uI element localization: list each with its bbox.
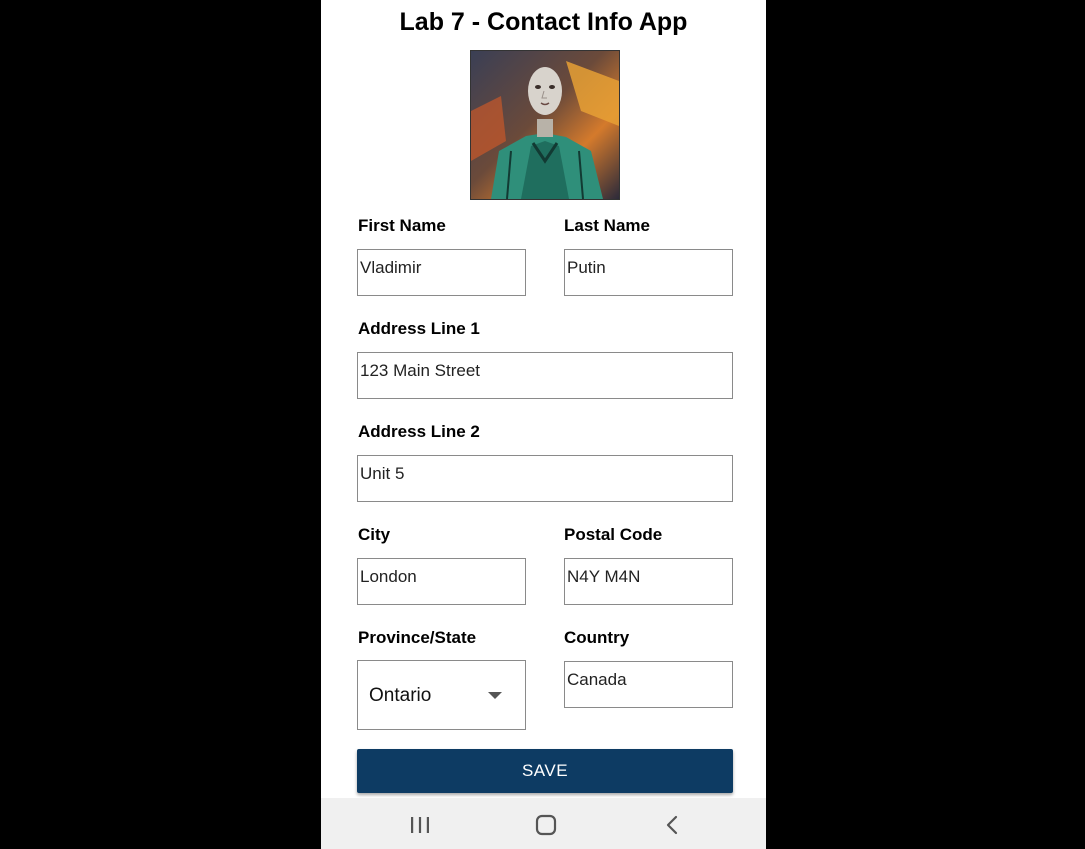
province-state-label: Province/State — [358, 628, 477, 647]
postal-code-field[interactable]: N4Y M4N — [564, 558, 733, 605]
first-name-label: First Name — [358, 216, 446, 235]
country-label: Country — [564, 628, 630, 647]
postal-code-label: Postal Code — [564, 525, 663, 544]
country-field[interactable]: Canada — [564, 661, 733, 708]
last-name-label: Last Name — [564, 216, 650, 235]
address-line-2-label: Address Line 2 — [358, 422, 480, 441]
contact-photo-image — [471, 51, 619, 199]
city-field[interactable]: London — [357, 558, 526, 605]
home-icon[interactable] — [534, 814, 558, 836]
city-label: City — [358, 525, 391, 544]
address-line-1-label: Address Line 1 — [358, 319, 480, 338]
recent-apps-icon[interactable] — [408, 814, 432, 836]
save-button[interactable]: SAVE — [357, 749, 733, 793]
contact-photo[interactable] — [470, 50, 620, 200]
province-state-selected-value: Ontario — [369, 685, 432, 706]
address-line-1-field[interactable]: 123 Main Street — [357, 352, 733, 399]
last-name-field[interactable]: Putin — [564, 249, 733, 296]
address-line-2-field[interactable]: Unit 5 — [357, 455, 733, 502]
system-nav-bar — [321, 798, 766, 849]
province-state-dropdown[interactable]: Ontario — [357, 660, 526, 730]
phone-screen: Lab 7 - Contact Info App First Name Vlad… — [321, 0, 766, 849]
back-icon[interactable] — [661, 814, 685, 836]
dropdown-caret-icon — [488, 692, 502, 699]
app-title: Lab 7 - Contact Info App — [399, 8, 688, 36]
first-name-field[interactable]: Vladimir — [357, 249, 526, 296]
